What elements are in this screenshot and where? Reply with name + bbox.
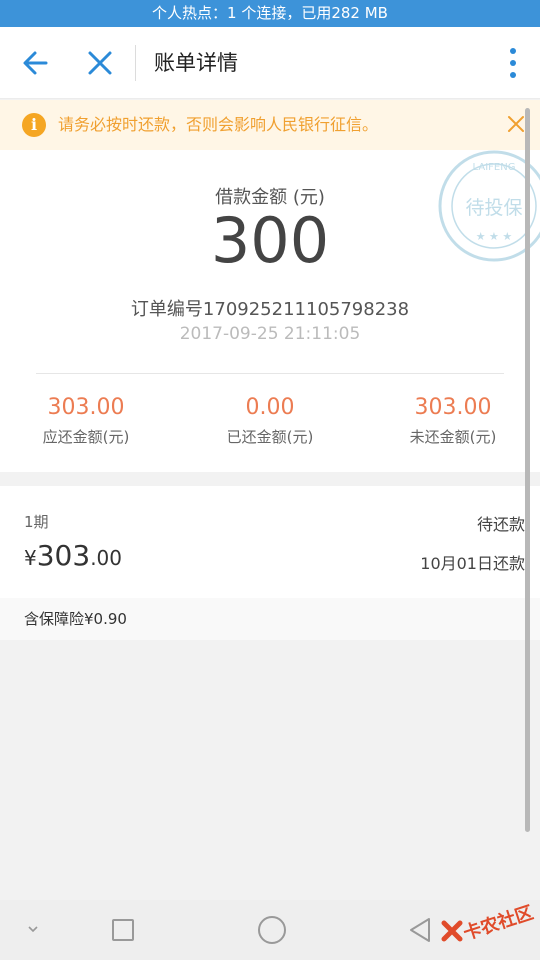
back-triangle-icon[interactable] [408, 916, 432, 944]
order-number: 订单编号170925211105798238 [130, 299, 410, 320]
loan-summary: LAIFENG 待投保 ★ ★ ★ 借款金额 (元) 300 订单编号17092… [0, 150, 540, 472]
installment-card[interactable]: 1期 待还款 ¥303.00 10月01日还款 [0, 486, 540, 598]
stat-amount-outstanding: 303.00 未还金额(元) [368, 393, 538, 447]
installment-amount: ¥303.00 [24, 539, 122, 572]
more-vertical-icon[interactable] [508, 47, 518, 79]
watermark: 卡农社区 [440, 902, 540, 950]
page-title: 账单详情 [154, 51, 238, 75]
stamp-ring-text: LAIFENG [473, 162, 516, 173]
stat-label: 未还金额(元) [409, 428, 497, 446]
installment-due-date: 10月01日还款 [420, 554, 525, 573]
stat-value: 0.00 [245, 395, 295, 420]
recent-apps-icon[interactable] [112, 919, 134, 941]
stat-amount-repaid: 0.00 已还金额(元) [185, 393, 355, 447]
warning-icon: i [22, 113, 46, 137]
stat-amount-due: 303.00 应还金额(元) [1, 393, 171, 447]
installment-status: 待还款 [476, 515, 525, 534]
watermark-text: 卡农社区 [460, 902, 536, 945]
loan-amount: 300 [210, 204, 330, 277]
home-icon[interactable] [258, 916, 286, 944]
header-divider [135, 45, 136, 81]
stat-label: 应还金额(元) [42, 428, 130, 446]
chevron-down-icon[interactable] [26, 924, 40, 934]
order-timestamp: 2017-09-25 21:11:05 [179, 324, 361, 344]
amount-decimal: .00 [90, 546, 122, 570]
status-bar: 个人热点：1 个连接，已用282 MB [0, 0, 540, 27]
app-bar: 账单详情 [0, 27, 540, 99]
stat-label: 已还金额(元) [226, 428, 314, 446]
stat-value: 303.00 [414, 395, 492, 420]
notice-text: 请务必按时还款，否则会影响人民银行征信。 [58, 115, 379, 134]
close-icon[interactable] [82, 45, 118, 81]
notice-banner: i 请务必按时还款，否则会影响人民银行征信。 [0, 100, 540, 150]
installment-number: 1期 [24, 513, 49, 531]
status-bar-text: 个人热点：1 个连接，已用282 MB [152, 4, 388, 22]
amount-integer: 303 [36, 539, 91, 572]
insurance-row: 含保障险¥0.90 [0, 598, 540, 640]
stat-value: 303.00 [47, 395, 125, 420]
summary-divider [36, 373, 504, 374]
insurance-text: 含保障险¥0.90 [24, 610, 127, 628]
back-arrow-icon[interactable] [18, 45, 54, 81]
currency-symbol: ¥ [24, 546, 37, 570]
scrollbar[interactable] [525, 108, 530, 832]
